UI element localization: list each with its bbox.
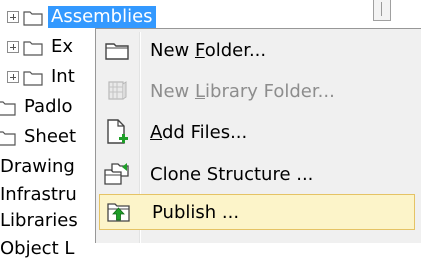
tree-item-label: Assemblies — [48, 6, 156, 28]
menu-item-label: Publish ... — [152, 201, 240, 223]
new-folder-icon — [98, 35, 136, 65]
menu-item-new-library-folder[interactable]: New Library Folder... — [98, 73, 421, 109]
folder-icon — [23, 70, 43, 86]
tree-item-label: Object L — [0, 238, 75, 259]
folder-icon — [23, 10, 43, 26]
menu-item-label: New Library Folder... — [150, 80, 335, 102]
expand-icon[interactable] — [7, 41, 19, 53]
folder-icon — [23, 40, 43, 56]
tree-item[interactable]: Drawing — [0, 152, 78, 182]
menu-item-clone-structure[interactable]: Clone Structure ... — [98, 156, 421, 192]
tree-item[interactable]: Object L — [0, 234, 77, 264]
menu-item-label: Clone Structure ... — [150, 163, 314, 185]
menu-item-label: Add Files... — [150, 121, 248, 143]
context-menu: New Folder... New Library Folder... Add … — [95, 28, 421, 243]
tree-item-label: Sheet — [24, 126, 77, 147]
menu-item-add-files[interactable]: Add Files... — [98, 114, 421, 150]
folder-icon — [0, 130, 16, 146]
menu-item-new-folder[interactable]: New Folder... — [98, 32, 421, 68]
tree-item-label: Padlo — [24, 96, 73, 117]
menu-item-label: New Folder... — [150, 39, 267, 61]
tree-item-label: Drawing — [0, 156, 75, 177]
tree-item-label: Int — [51, 66, 75, 87]
tree-item[interactable]: Padlo — [0, 92, 76, 122]
tree-item[interactable]: Int — [0, 62, 78, 92]
tree-item[interactable]: Ex — [0, 32, 76, 62]
folder-icon — [0, 100, 16, 116]
expand-icon[interactable] — [7, 71, 19, 83]
tree-item-label: Libraries — [0, 210, 78, 231]
tree-item-label: Infrastru — [0, 184, 77, 205]
publish-icon — [100, 197, 138, 227]
add-files-icon — [98, 117, 136, 147]
menu-item-publish[interactable]: Publish ... — [99, 194, 415, 230]
tree-item[interactable]: Libraries — [0, 206, 81, 236]
expand-icon[interactable] — [7, 11, 19, 23]
clone-structure-icon — [98, 159, 136, 189]
scrollbar[interactable] — [373, 0, 391, 21]
new-library-folder-icon — [98, 76, 136, 106]
tree-item-label: Ex — [51, 36, 74, 57]
tree-item[interactable]: Sheet — [0, 122, 79, 152]
